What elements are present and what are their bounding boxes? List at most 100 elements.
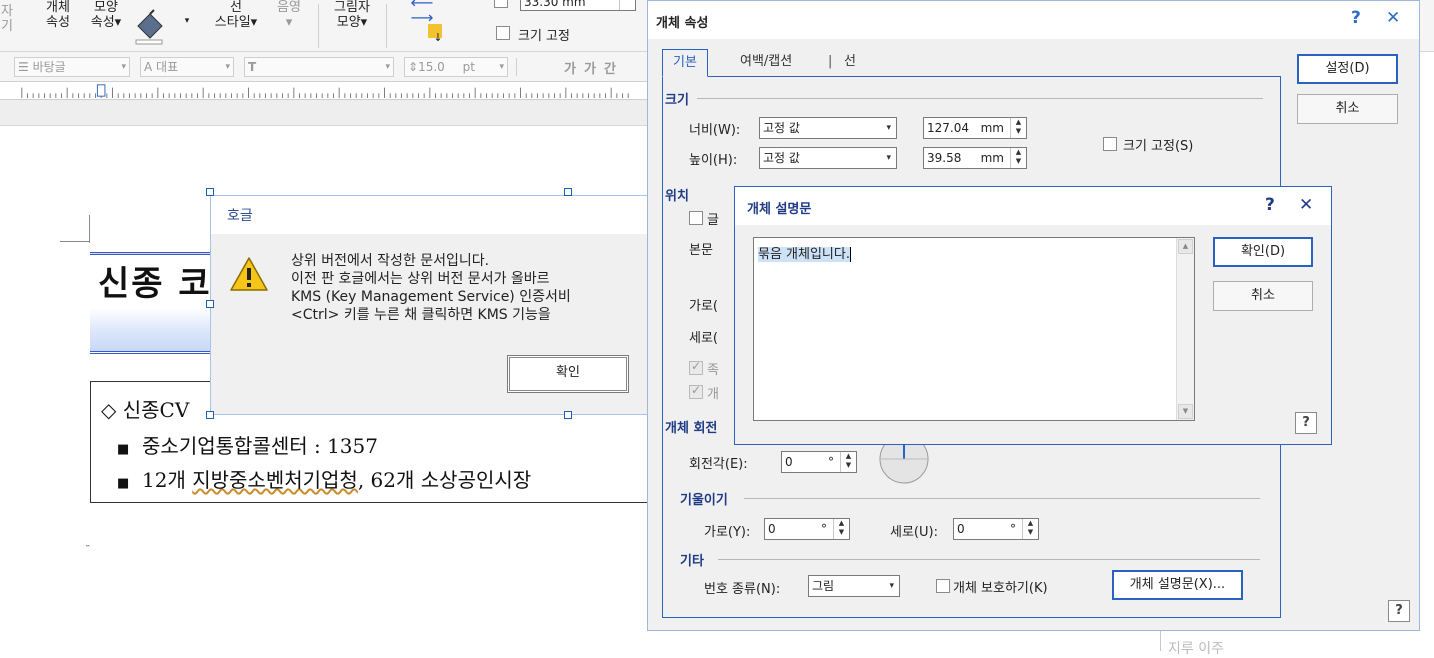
width-spin[interactable]: 127.04 mm ▲ ▼: [923, 117, 1027, 139]
tab-line[interactable]: 선: [834, 49, 866, 77]
tab-margin-caption[interactable]: 여백/캡션: [730, 49, 802, 77]
ribbon-size-spin[interactable]: 33.30 mm ▾: [520, 0, 636, 11]
shadow-shape-button[interactable]: 그림자 모양▾: [328, 0, 376, 30]
option-checkbox-2[interactable]: [689, 383, 703, 399]
italic-button[interactable]: 가: [584, 62, 604, 77]
fix-size-checkbox[interactable]: [1103, 137, 1117, 151]
background-status-text: 지루 이주: [1168, 641, 1224, 657]
shade-button[interactable]: 음영 ▾: [272, 0, 306, 30]
properties-close-icon[interactable]: ✕: [1386, 8, 1400, 28]
shape-props-label-2: 속성▾: [90, 15, 122, 30]
selection-handle[interactable]: [206, 188, 214, 196]
rotate-spin-arrows-icon[interactable]: ▲ ▼: [840, 452, 856, 472]
properties-bottom-help-icon[interactable]: ?: [1388, 600, 1410, 622]
horizontal-ruler[interactable]: [0, 82, 650, 100]
rotation-dial-icon[interactable]: [877, 439, 931, 485]
font-type-icon: T: [248, 60, 257, 74]
selection-handle[interactable]: [206, 411, 214, 419]
protect-object-checkbox[interactable]: [936, 579, 950, 593]
height-mode-value: 고정 값: [763, 151, 800, 165]
width-label: 너비(W):: [689, 123, 741, 138]
selection-handle[interactable]: [564, 188, 572, 196]
width-mode-combo[interactable]: 고정 값 ▾: [759, 117, 897, 139]
rotate-angle-label: 회전각(E):: [689, 457, 748, 472]
fill-dropdown-icon[interactable]: ▾: [180, 14, 194, 29]
style-combo[interactable]: ☰ 바탕글 ▾: [14, 57, 130, 77]
message-box-titlebar[interactable]: 호글: [211, 196, 659, 234]
selection-handle[interactable]: [564, 411, 572, 419]
option-checkbox-1[interactable]: [689, 359, 703, 375]
rep-font-combo-value: 대표: [156, 60, 179, 74]
doc-title: 신종 코: [98, 264, 212, 304]
skew-section-label: 기울이기: [680, 493, 728, 508]
skew-horizontal-spin[interactable]: 0 ° ▲ ▼: [764, 518, 850, 540]
bold-button[interactable]: 가: [564, 62, 584, 77]
numbering-combo[interactable]: 그림 ▾: [808, 575, 900, 597]
bold-italic-underline-buttons[interactable]: 가가간: [564, 58, 624, 77]
description-cancel-button[interactable]: 취소: [1213, 281, 1313, 311]
position-section-label: 위치: [665, 189, 689, 204]
font-name-combo[interactable]: T ▾: [244, 57, 394, 77]
rep-font-arrow-icon: ▾: [225, 62, 230, 72]
ribbon-divider: [386, 4, 387, 48]
description-textarea[interactable]: 묶음 개체입니다.​ ▲ ▼: [753, 237, 1195, 421]
skew-vertical-arrows-icon[interactable]: ▲ ▼: [1022, 519, 1038, 539]
doc-bullet-2-prefix: 12개: [142, 468, 193, 492]
shape-props-button[interactable]: 모양 속성▾: [86, 0, 126, 30]
rotate-angle-spin[interactable]: 0 ° ▲ ▼: [781, 451, 857, 473]
description-scrollbar[interactable]: ▲ ▼: [1176, 238, 1194, 420]
line-style-button[interactable]: 선 스타일▾: [208, 0, 264, 30]
ribbon-size-spin-arrows[interactable]: ▾: [619, 0, 635, 10]
scroll-up-icon[interactable]: ▲: [1178, 239, 1193, 254]
skew-section-line: [744, 498, 1260, 499]
object-props-button[interactable]: 개체 속성: [40, 0, 76, 30]
properties-help-icon[interactable]: ?: [1351, 8, 1361, 28]
description-ok-button[interactable]: 확인(D): [1213, 237, 1313, 267]
square-bullet-icon: ■: [117, 476, 130, 491]
rep-font-combo[interactable]: A 대표 ▾: [140, 57, 234, 77]
tab-divider: |: [828, 54, 833, 69]
ribbon-width-checkbox[interactable]: [494, 0, 508, 8]
height-spin[interactable]: 39.58 mm ▲ ▼: [923, 147, 1027, 169]
font-size-combo[interactable]: ⇕15.0 pt ▾: [404, 57, 508, 77]
message-box-ok-button[interactable]: 확인: [507, 355, 629, 393]
height-label: 높이(H):: [689, 153, 738, 168]
numbering-label: 번호 종류(N):: [704, 582, 781, 597]
skew-horizontal-arrows-icon[interactable]: ▲ ▼: [833, 519, 849, 539]
ribbon-divider: [318, 4, 319, 48]
ribbon-cut-label: 자기: [1, 4, 13, 34]
description-bottom-help-icon[interactable]: ?: [1295, 412, 1317, 434]
ribbon-fix-size-checkbox[interactable]: [496, 26, 510, 40]
option-label-2: 개: [707, 387, 719, 402]
object-props-label-2: 속성: [46, 15, 70, 30]
properties-titlebar[interactable]: 개체 속성 ? ✕: [648, 1, 1419, 39]
line-style-label-2: 스타일▾: [214, 15, 258, 30]
properties-ok-button[interactable]: 설정(D): [1297, 54, 1398, 84]
description-text: 묶음 개체입니다.​: [758, 243, 851, 262]
underline-button[interactable]: 간: [604, 62, 624, 77]
size-section-line: [697, 98, 1263, 99]
width-value: 127.04: [927, 121, 969, 135]
selection-handle[interactable]: [206, 300, 214, 308]
arrange-arrows-icon[interactable]: ⟵ ⟶: [398, 0, 446, 26]
object-description-button[interactable]: 개체 설명문(X)...: [1112, 570, 1243, 600]
height-mode-combo[interactable]: 고정 값 ▾: [759, 147, 897, 169]
fill-bucket-icon[interactable]: [130, 6, 170, 46]
doc-bullet-1-text: 중소기업통합콜센터 : 1357: [142, 434, 378, 458]
skew-vertical-spin[interactable]: 0 ° ▲ ▼: [953, 518, 1039, 540]
description-close-icon[interactable]: ✕: [1299, 195, 1313, 215]
description-help-icon[interactable]: ?: [1265, 195, 1275, 215]
description-titlebar[interactable]: 개체 설명문 ? ✕: [735, 187, 1331, 225]
ribbon-size-value: 33.30 mm: [524, 0, 586, 9]
width-spin-arrows-icon[interactable]: ▲ ▼: [1010, 118, 1026, 138]
doc-bullet-2-suffix: , 62개 소상공인시장: [357, 468, 532, 492]
height-value: 39.58: [927, 151, 962, 165]
shadow-shape-label-1: 그림자: [334, 0, 370, 15]
properties-cancel-button[interactable]: 취소: [1297, 94, 1398, 124]
warning-icon: [230, 257, 268, 291]
treat-as-char-checkbox[interactable]: [689, 211, 703, 225]
format-toolbar: ☰ 바탕글 ▾ A 대표 ▾ T ▾ ⇕15.0 pt ▾ 가가간: [0, 52, 650, 82]
tab-basic[interactable]: 기본: [662, 49, 708, 77]
height-spin-arrows-icon[interactable]: ▲ ▼: [1010, 148, 1026, 168]
scroll-down-icon[interactable]: ▼: [1178, 404, 1193, 419]
